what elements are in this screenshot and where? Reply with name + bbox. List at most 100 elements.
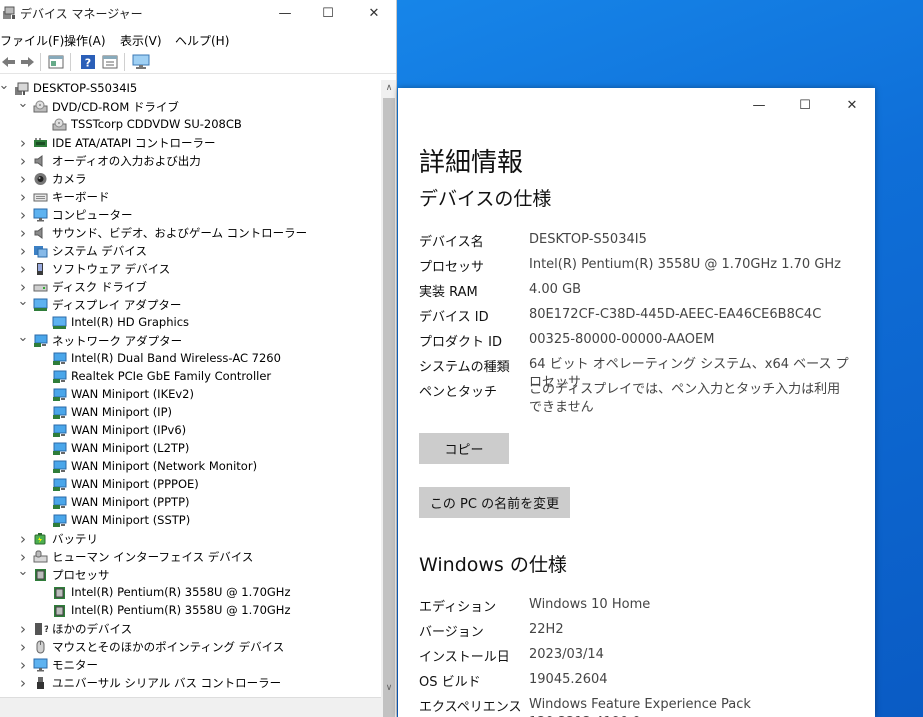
tree-item-label: モニター	[52, 658, 98, 672]
chevron-right-icon[interactable]: ›	[17, 152, 29, 170]
tree-category[interactable]: ⌄ プロセッサ	[0, 564, 381, 584]
tree-device[interactable]: WAN Miniport (Network Monitor)	[0, 458, 381, 476]
tree-category[interactable]: ⌄ ネットワーク アダプター	[0, 330, 381, 350]
tree-category[interactable]: › IDE ATA/ATAPI コントローラー	[0, 134, 381, 152]
tree-item-label: WAN Miniport (SSTP)	[71, 513, 191, 527]
tree-category[interactable]: › オーディオの入力および出力	[0, 152, 381, 170]
menu-file[interactable]: ファイル(F)	[0, 30, 64, 51]
chevron-right-icon[interactable]: ›	[17, 620, 29, 638]
tree-category[interactable]: › ソフトウェア デバイス	[0, 260, 381, 278]
network-adapter-icon	[52, 442, 67, 456]
chevron-down-icon[interactable]: ⌄	[17, 292, 29, 310]
rename-pc-button[interactable]: この PC の名前を変更	[419, 487, 570, 518]
chevron-right-icon[interactable]: ›	[17, 638, 29, 656]
tree-item-label: カメラ	[52, 172, 87, 186]
tree-item-label: WAN Miniport (IKEv2)	[71, 387, 194, 401]
chevron-down-icon[interactable]: ⌄	[17, 94, 29, 112]
camera-icon	[33, 172, 48, 186]
help-icon[interactable]: ?	[79, 53, 97, 71]
chevron-down-icon[interactable]: ⌄	[0, 80, 10, 94]
tree-category[interactable]: › ヒューマン インターフェイス デバイス	[0, 548, 381, 566]
tree-device[interactable]: Intel(R) HD Graphics	[0, 314, 381, 332]
scroll-up-icon[interactable]: ∧	[381, 80, 396, 96]
scroll-down-icon[interactable]: ∨	[381, 680, 396, 696]
chevron-right-icon[interactable]: ›	[17, 134, 29, 152]
chevron-down-icon[interactable]: ⌄	[17, 328, 29, 346]
chevron-right-icon[interactable]: ›	[17, 656, 29, 674]
tree-item-label: WAN Miniport (PPPOE)	[71, 477, 199, 491]
device-manager-window: デバイス マネージャー — ☐ ✕ ファイル(F) 操作(A) 表示(V) ヘル…	[0, 0, 397, 717]
tree-device[interactable]: WAN Miniport (IKEv2)	[0, 386, 381, 404]
tree-device[interactable]: Realtek PCIe GbE Family Controller	[0, 368, 381, 386]
spec-label: OS ビルド	[419, 675, 481, 690]
chevron-right-icon[interactable]: ›	[17, 206, 29, 224]
tree-item-label: Intel(R) Pentium(R) 3558U @ 1.70GHz	[71, 603, 291, 617]
speaker-icon	[33, 226, 48, 240]
title-bar[interactable]: デバイス マネージャー — ☐ ✕	[0, 0, 396, 27]
menu-action[interactable]: 操作(A)	[64, 30, 106, 51]
chevron-right-icon[interactable]: ›	[17, 260, 29, 278]
spec-value: 80E172CF-C38D-445D-AEEC-EA46CE6B8C4C	[529, 307, 822, 322]
tree-category[interactable]: › ユニバーサル シリアル バス コントローラー	[0, 674, 381, 692]
spec-label: エクスペリエンス	[419, 700, 522, 715]
tree-category[interactable]: › システム デバイス	[0, 242, 381, 260]
tree-device[interactable]: WAN Miniport (PPTP)	[0, 494, 381, 512]
maximize-button[interactable]: ☐	[782, 91, 828, 119]
tree-item-label: WAN Miniport (IPv6)	[71, 423, 187, 437]
tree-category[interactable]: › モニター	[0, 656, 381, 674]
tree-item-label: WAN Miniport (L2TP)	[71, 441, 190, 455]
maximize-button[interactable]: ☐	[305, 0, 351, 27]
menu-help[interactable]: ヘルプ(H)	[175, 30, 229, 51]
chevron-right-icon[interactable]: ›	[17, 530, 29, 548]
other-device-icon: ?	[33, 622, 49, 636]
network-adapter-icon	[52, 514, 67, 528]
spec-label: システムの種類	[419, 360, 510, 375]
tree-device[interactable]: Intel(R) Pentium(R) 3558U @ 1.70GHz	[0, 584, 381, 602]
scroll-thumb[interactable]	[383, 98, 395, 717]
copy-button[interactable]: コピー	[419, 433, 509, 464]
back-arrow-icon[interactable]	[0, 53, 18, 71]
ide-controller-icon	[33, 136, 48, 150]
tree-device[interactable]: WAN Miniport (IP)	[0, 404, 381, 422]
tree-device[interactable]: WAN Miniport (L2TP)	[0, 440, 381, 458]
forward-arrow-icon[interactable]	[18, 53, 36, 71]
tree-category[interactable]: › マウスとそのほかのポインティング デバイス	[0, 638, 381, 656]
vertical-scrollbar[interactable]: ∧ ∨	[381, 80, 396, 717]
chevron-right-icon[interactable]: ›	[17, 188, 29, 206]
tree-device[interactable]: WAN Miniport (PPPOE)	[0, 476, 381, 494]
tree-item-label: WAN Miniport (PPTP)	[71, 495, 190, 509]
chevron-right-icon[interactable]: ›	[17, 242, 29, 260]
tree-category[interactable]: › カメラ	[0, 170, 381, 188]
view-icon[interactable]	[101, 53, 119, 71]
tree-category[interactable]: ›? ほかのデバイス	[0, 620, 381, 638]
monitor-icon	[33, 658, 48, 672]
tree-category[interactable]: › ディスク ドライブ	[0, 278, 381, 296]
tree-category[interactable]: › バッテリ	[0, 530, 381, 548]
close-button[interactable]: ✕	[829, 91, 875, 119]
menu-view[interactable]: 表示(V)	[120, 30, 162, 51]
chevron-right-icon[interactable]: ›	[17, 224, 29, 242]
spec-label: ペンとタッチ	[419, 385, 498, 400]
tree-category[interactable]: › キーボード	[0, 188, 381, 206]
display-adapter-icon	[33, 298, 48, 312]
properties-icon[interactable]	[47, 53, 65, 71]
network-adapter-icon	[52, 460, 67, 474]
tree-category[interactable]: › コンピューター	[0, 206, 381, 224]
tree-device[interactable]: WAN Miniport (SSTP)	[0, 512, 381, 530]
tree-device[interactable]: Intel(R) Dual Band Wireless-AC 7260	[0, 350, 381, 368]
minimize-button[interactable]: —	[736, 91, 782, 119]
monitor-icon[interactable]	[132, 53, 150, 71]
tree-category[interactable]: ⌄ DVD/CD-ROM ドライブ	[0, 96, 381, 116]
chevron-right-icon[interactable]: ›	[17, 674, 29, 692]
chevron-right-icon[interactable]: ›	[17, 170, 29, 188]
tree-item-label: ディスク ドライブ	[52, 280, 147, 294]
tree-root[interactable]: ⌄ DESKTOP-S5034I5	[0, 80, 381, 98]
tree-category[interactable]: › サウンド、ビデオ、およびゲーム コントローラー	[0, 224, 381, 242]
tree-device[interactable]: TSSTcorp CDDVDW SU-208CB	[0, 116, 381, 134]
minimize-button[interactable]: —	[262, 0, 308, 27]
chevron-down-icon[interactable]: ⌄	[17, 562, 29, 580]
tree-device[interactable]: WAN Miniport (IPv6)	[0, 422, 381, 440]
tree-category[interactable]: ⌄ ディスプレイ アダプター	[0, 294, 381, 314]
close-button[interactable]: ✕	[351, 0, 396, 27]
tree-device[interactable]: Intel(R) Pentium(R) 3558U @ 1.70GHz	[0, 602, 381, 620]
